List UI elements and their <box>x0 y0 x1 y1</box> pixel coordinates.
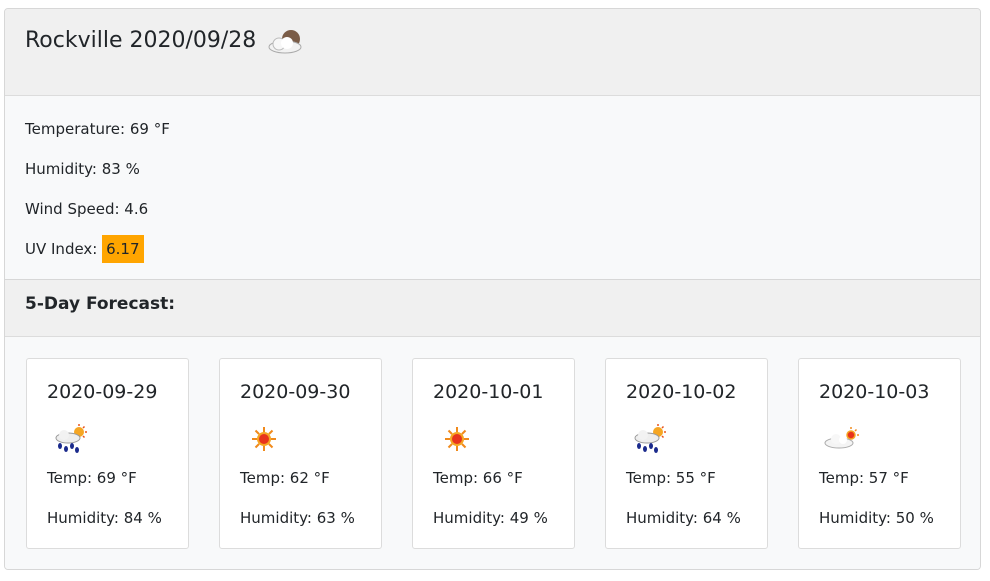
forecast-temp: Temp: 55 °F <box>626 469 716 487</box>
forecast-section: 5-Day Forecast: 2020-09-29 Temp: 69 °F H… <box>5 279 980 569</box>
temperature-stat: Temperature: 69 °F <box>25 120 170 138</box>
uv-index-stat: UV Index: 6.17 <box>25 235 144 263</box>
forecast-date: 2020-09-29 <box>47 381 158 403</box>
forecast-date: 2020-10-01 <box>433 381 544 403</box>
current-weather-header: Rockville 2020/09/28 <box>5 9 980 96</box>
forecast-date: 2020-10-02 <box>626 381 737 403</box>
forecast-temp: Temp: 69 °F <box>47 469 137 487</box>
forecast-card: 2020-10-01 Temp: 66 °F Humidity: 49 % <box>412 358 575 549</box>
current-weather-card: Rockville 2020/09/28 Temperature: 69 °F … <box>4 8 981 570</box>
forecast-humidity: Humidity: 63 % <box>240 509 355 527</box>
forecast-card: 2020-10-02 Temp: 55 °F Humidity: 64 % <box>605 358 768 549</box>
forecast-temp: Temp: 66 °F <box>433 469 523 487</box>
forecast-humidity: Humidity: 64 % <box>626 509 741 527</box>
forecast-card: 2020-09-30 Temp: 62 °F Humidity: 63 % <box>219 358 382 549</box>
forecast-humidity: Humidity: 50 % <box>819 509 934 527</box>
rain-sun-icon <box>55 424 87 453</box>
sun-icon <box>252 427 276 451</box>
uv-index-label: UV Index: <box>25 240 103 258</box>
forecast-date: 2020-09-30 <box>240 381 351 403</box>
cloud-sun-icon <box>824 427 859 449</box>
forecast-humidity: Humidity: 84 % <box>47 509 162 527</box>
forecast-card: 2020-10-03 Temp: 57 °F Humidity: 50 % <box>798 358 961 549</box>
city-date-title: Rockville 2020/09/28 <box>25 28 257 53</box>
forecast-header: 5-Day Forecast: <box>5 280 980 337</box>
forecast-title: 5-Day Forecast: <box>25 294 176 314</box>
forecast-temp: Temp: 57 °F <box>819 469 909 487</box>
uv-index-badge: 6.17 <box>102 235 144 263</box>
rain-sun-icon <box>634 424 666 453</box>
forecast-temp: Temp: 62 °F <box>240 469 330 487</box>
forecast-card: 2020-09-29 Temp: 69 °F Humidity: 84 % <box>26 358 189 549</box>
forecast-date: 2020-10-03 <box>819 381 930 403</box>
wind-speed-stat: Wind Speed: 4.6 <box>25 200 149 218</box>
sun-icon <box>445 427 469 451</box>
humidity-stat: Humidity: 83 % <box>25 160 140 178</box>
cloudy-night-icon <box>268 30 302 54</box>
forecast-humidity: Humidity: 49 % <box>433 509 548 527</box>
